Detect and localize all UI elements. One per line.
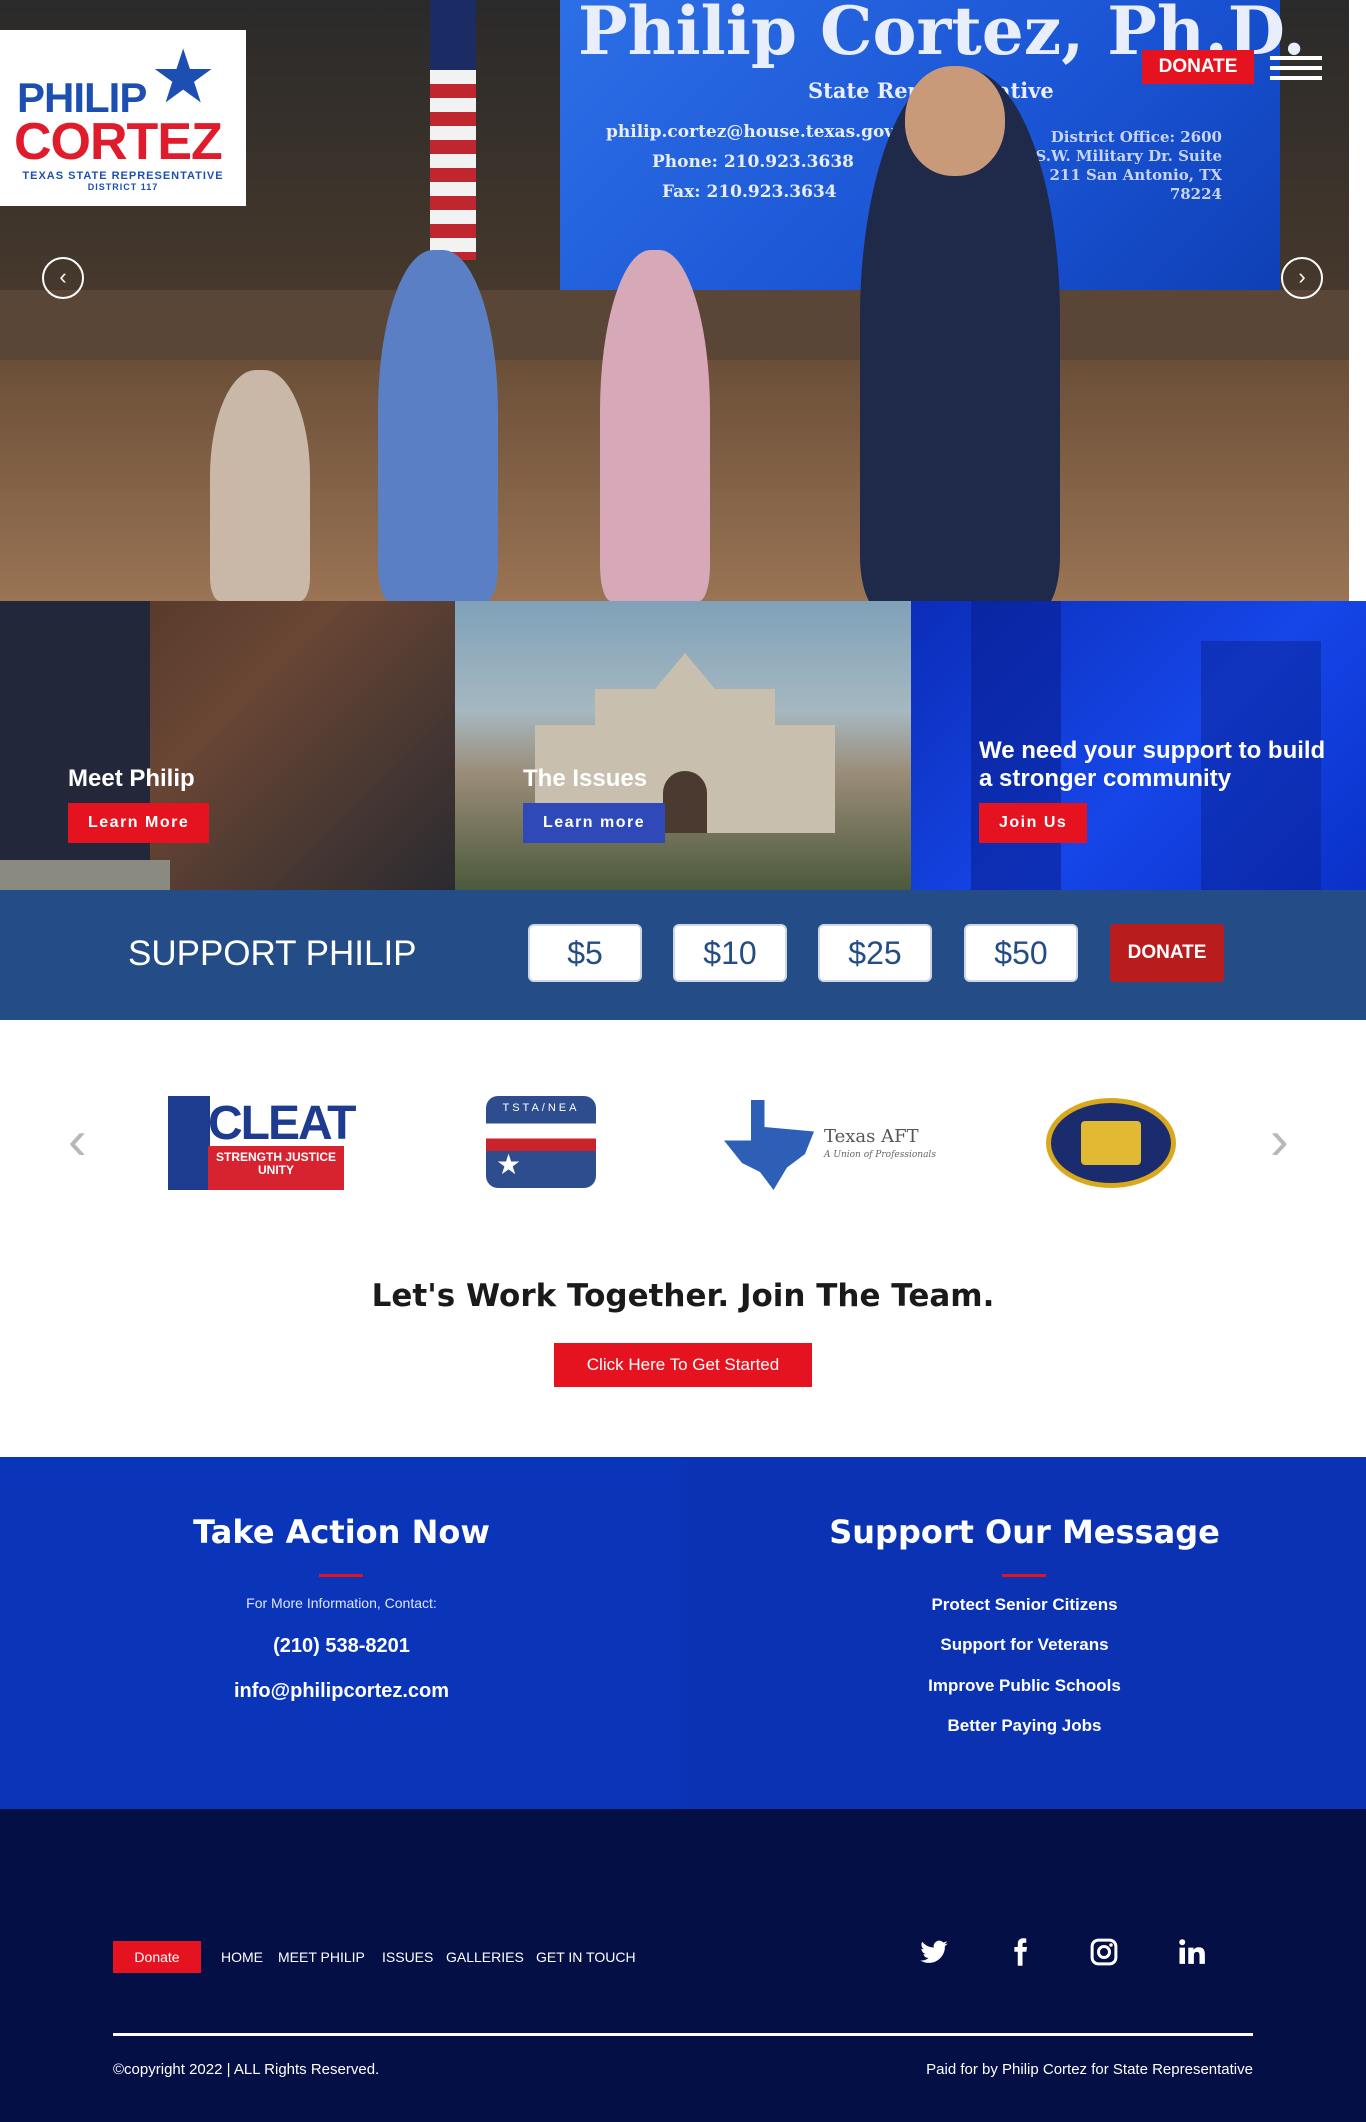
footer-nav-galleries[interactable]: GALLERIES (446, 1949, 524, 1965)
message-item[interactable]: Better Paying Jobs (683, 1716, 1366, 1736)
issues-learn-more-button[interactable]: Learn more (523, 803, 666, 843)
footer-nav-meet-philip[interactable]: MEET PHILIP (278, 1949, 365, 1965)
support-title: SUPPORT PHILIP (128, 934, 417, 973)
instagram-icon[interactable] (1085, 1937, 1123, 1975)
tsta-star-icon: ★ (496, 1149, 522, 1180)
footer-copyright: ©copyright 2022 | ALL Rights Reserved. (113, 2061, 380, 2078)
title-divider (1002, 1574, 1046, 1577)
message-item[interactable]: Protect Senior Citizens (683, 1595, 1366, 1615)
slider-prev-icon[interactable]: ‹ (42, 257, 84, 299)
carousel-next-icon[interactable]: › (1270, 1112, 1289, 1168)
logo-star-icon: ★ (150, 35, 217, 118)
contact-phone-link[interactable]: (210) 538-8201 (0, 1635, 683, 1658)
take-action-title: Take Action Now (193, 1513, 490, 1551)
tsta-name: TSTA/NEA (502, 1102, 580, 1114)
cleat-name: CLEAT (208, 1097, 356, 1150)
learn-more-button[interactable]: Learn More (68, 803, 210, 843)
donate-amount-50-button[interactable]: $50 (964, 924, 1078, 982)
hero-screen-fax: Fax: 210.923.3634 (662, 182, 837, 202)
slider-next-icon[interactable]: › (1281, 257, 1323, 299)
cleat-shield-icon (168, 1096, 210, 1190)
contact-label: For More Information, Contact: (246, 1595, 437, 1611)
cleat-logo: CLEAT STRENGTH JUSTICE UNITY (168, 1096, 356, 1190)
logo-last-name: CORTEZ (14, 113, 223, 171)
support-message-column: Support Our Message Protect Senior Citiz… (683, 1457, 1366, 1809)
panel-title: Meet Philip (68, 765, 195, 792)
panel-title: We need your support to build a stronger… (979, 737, 1326, 792)
contact-email-link[interactable]: info@philipcortez.com (0, 1680, 683, 1703)
footer-donate-button[interactable]: Donate (113, 1941, 201, 1973)
message-item[interactable]: Support for Veterans (683, 1635, 1366, 1655)
header-donate-button[interactable]: DONATE (1142, 50, 1254, 84)
panel-photo-alamo-door (663, 771, 707, 833)
footer-divider (113, 2033, 1253, 2036)
hero-photo-girl (600, 250, 710, 601)
hero-flag-canton (430, 0, 476, 70)
hamburger-menu-icon[interactable] (1270, 56, 1322, 80)
logo-district: DISTRICT 117 (87, 182, 159, 192)
take-action-section: Take Action Now For More Information, Co… (0, 1457, 1366, 1809)
aft-name: Texas AFT (824, 1126, 919, 1147)
tsta-nea-logo: TSTA/NEA ★ (486, 1096, 596, 1188)
footer-nav-issues[interactable]: ISSUES (382, 1949, 433, 1965)
take-action-column: Take Action Now For More Information, Co… (0, 1457, 683, 1809)
carousel-prev-icon[interactable]: ‹ (68, 1112, 87, 1168)
title-divider (319, 1574, 363, 1577)
panel-title: The Issues (523, 765, 648, 792)
support-bar: SUPPORT PHILIP $5 $10 $25 $50 DONATE (0, 890, 1366, 1020)
hero-screen-email: philip.cortez@house.texas.gov (606, 122, 895, 142)
footer-paid-for: Paid for by Philip Cortez for State Repr… (926, 2061, 1253, 2078)
hero-photo-face (905, 66, 1005, 176)
panel-the-issues: The Issues Learn more (455, 601, 911, 890)
texas-aft-logo: Texas AFT A Union of Professionals (724, 1100, 936, 1190)
cleat-motto: STRENGTH JUSTICE UNITY (208, 1146, 344, 1190)
aft-subtitle: A Union of Professionals (824, 1150, 936, 1160)
facebook-icon[interactable] (1001, 1937, 1039, 1975)
texas-map-icon (724, 1100, 814, 1190)
logo-tagline: TEXAS STATE REPRESENTATIVE (22, 170, 224, 182)
site-logo[interactable]: ★ PHILIP CORTEZ TEXAS STATE REPRESENTATI… (0, 30, 246, 206)
promo-panels: Meet Philip Learn More The Issues Learn … (0, 601, 1366, 890)
get-started-button[interactable]: Click Here To Get Started (554, 1343, 812, 1387)
hero-photo-child (210, 370, 310, 601)
donate-amount-25-button[interactable]: $25 (818, 924, 932, 982)
support-donate-button[interactable]: DONATE (1110, 924, 1224, 982)
twitter-icon[interactable] (915, 1937, 953, 1975)
endorsement-carousel: ‹ › CLEAT STRENGTH JUSTICE UNITY TSTA/NE… (0, 1020, 1366, 1230)
hero-screen-phone: Phone: 210.923.3638 (652, 152, 854, 172)
join-heading: Let's Work Together. Join The Team. (371, 1278, 995, 1314)
footer-nav-get-in-touch[interactable]: GET IN TOUCH (536, 1949, 636, 1965)
linkedin-icon[interactable] (1173, 1937, 1211, 1975)
support-message-title: Support Our Message (829, 1513, 1220, 1551)
donate-amount-5-button[interactable]: $5 (528, 924, 642, 982)
hero-photo-boy (378, 250, 498, 601)
hero-screen-office: District Office: 2600 S.W. Military Dr. … (1035, 128, 1222, 203)
hero-slider: Philip Cortez, Ph.D. State Representativ… (0, 0, 1349, 601)
panel-meet-philip: Meet Philip Learn More (0, 601, 455, 890)
panel-join-us: We need your support to build a stronger… (911, 601, 1366, 890)
panel-photo-colleague (0, 860, 170, 890)
message-item[interactable]: Improve Public Schools (683, 1676, 1366, 1696)
site-footer: Donate HOME MEET PHILIP ISSUES GALLERIES… (0, 1809, 1366, 2122)
alamo-seal-icon (1081, 1121, 1141, 1165)
join-us-button[interactable]: Join Us (979, 803, 1088, 843)
footer-nav-home[interactable]: HOME (221, 1949, 263, 1965)
police-association-seal (1046, 1098, 1176, 1188)
donate-amount-10-button[interactable]: $10 (673, 924, 787, 982)
